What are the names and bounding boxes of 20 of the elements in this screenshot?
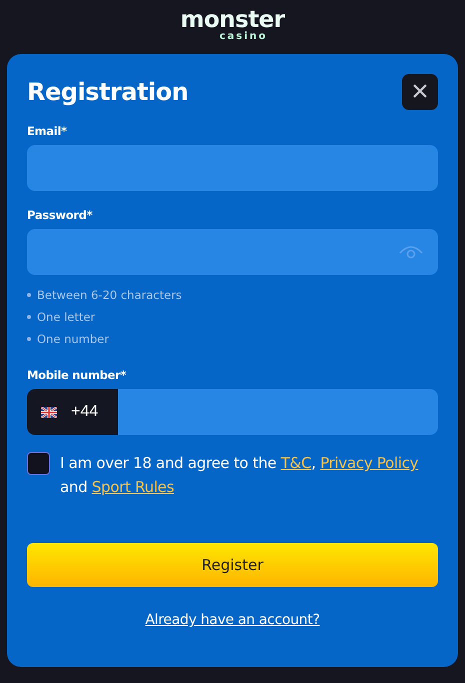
logo-tagline: casino	[219, 30, 268, 42]
password-field[interactable]	[27, 229, 438, 275]
close-button[interactable]: ×	[402, 74, 438, 110]
email-field[interactable]	[27, 145, 438, 191]
logo-wordmark: monster	[180, 8, 285, 30]
password-hint: One letter	[27, 306, 438, 328]
dialog-title: Registration	[27, 78, 188, 106]
field-label: Mobile number*	[27, 368, 128, 382]
agreement-text: I am over 18 and agree to the T&C, Privacy Policy and Sport Rules	[60, 453, 420, 498]
register-button[interactable]: Register	[27, 543, 438, 587]
country-code-selector[interactable]: +44	[27, 389, 118, 435]
password-hint: One number	[27, 328, 438, 350]
password-hint: Between 6-20 characters	[27, 284, 438, 306]
phone-field[interactable]: +44	[27, 389, 438, 435]
eye-icon[interactable]	[398, 244, 424, 260]
agree-checkbox[interactable]	[27, 452, 50, 475]
login-link[interactable]: Already have an account?	[145, 612, 320, 628]
field-label: Email*	[27, 124, 68, 138]
field-label: Password*	[27, 208, 94, 222]
flag-icon	[41, 406, 57, 418]
